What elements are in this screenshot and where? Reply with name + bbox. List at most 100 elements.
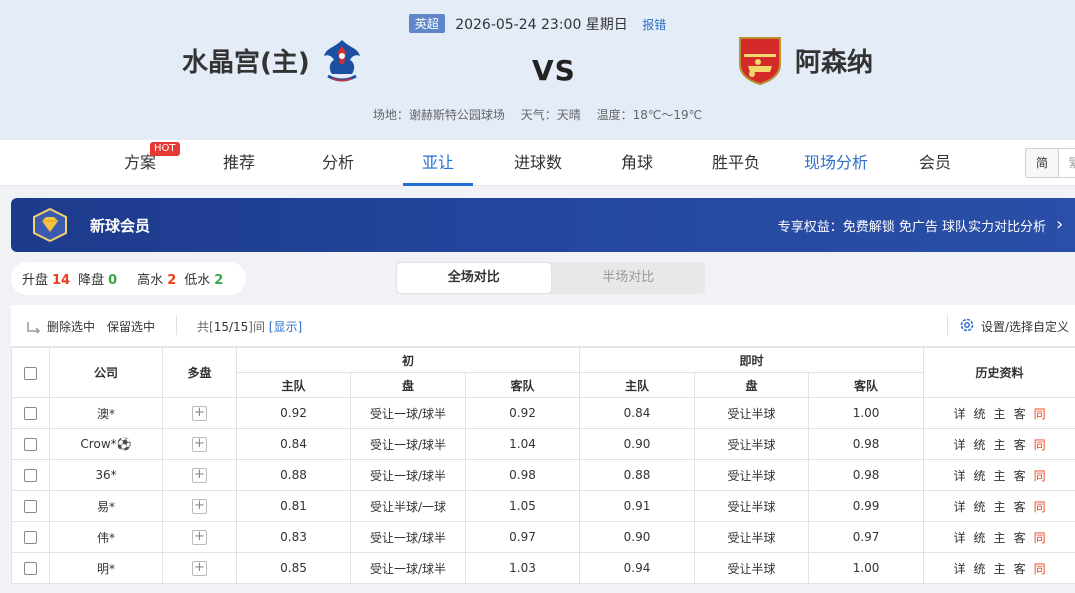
company-name[interactable]: 澳* xyxy=(49,397,163,429)
tab-half-match-compare[interactable]: 半场对比 xyxy=(552,262,706,294)
company-name[interactable]: 明* xyxy=(49,552,163,584)
tab-win-draw-lose[interactable]: 胜平负 xyxy=(698,140,774,186)
history-same-link[interactable]: 同 xyxy=(1034,407,1046,421)
history-detail-link[interactable]: 详 xyxy=(954,562,966,576)
table-row[interactable]: 易* +0.81 受让半球/一球 1.05 0.91 受让半球 0.99 详统主客同 xyxy=(11,490,1075,522)
expand-plus-icon[interactable]: + xyxy=(192,529,207,545)
history-detail-link[interactable]: 详 xyxy=(954,469,966,483)
initial-handicap-line: 受让一球/球半 xyxy=(350,552,466,584)
multi-line-cell: + xyxy=(162,428,237,460)
history-away-link[interactable]: 客 xyxy=(1014,407,1026,421)
gear-icon[interactable] xyxy=(959,317,975,333)
row-checkbox[interactable] xyxy=(24,438,37,451)
history-away-link[interactable]: 客 xyxy=(1014,562,1026,576)
crystal-palace-crest-icon[interactable] xyxy=(318,34,366,86)
row-checkbox[interactable] xyxy=(24,562,37,575)
initial-away-odds: 0.97 xyxy=(464,521,581,553)
chevron-right-icon[interactable]: › xyxy=(1056,214,1063,235)
header-initial-away: 客队 xyxy=(464,372,581,398)
live-away-odds: 0.97 xyxy=(808,521,925,553)
history-detail-link[interactable]: 详 xyxy=(954,531,966,545)
history-detail-link[interactable]: 详 xyxy=(954,407,966,421)
venue-text: 场地：谢赫斯特公园球场 xyxy=(372,108,505,122)
initial-away-odds: 1.04 xyxy=(464,428,581,460)
history-stats-link[interactable]: 统 xyxy=(974,469,986,483)
keep-selected-button[interactable]: 保留选中 xyxy=(107,318,155,335)
tab-corners[interactable]: 角球 xyxy=(605,140,669,186)
select-all-cell xyxy=(11,347,50,398)
history-same-link[interactable]: 同 xyxy=(1034,500,1046,514)
report-error-link[interactable]: 报错 xyxy=(642,18,666,32)
history-same-link[interactable]: 同 xyxy=(1034,562,1046,576)
history-home-link[interactable]: 主 xyxy=(994,531,1006,545)
history-away-link[interactable]: 客 xyxy=(1014,469,1026,483)
expand-plus-icon[interactable]: + xyxy=(192,405,207,421)
history-away-link[interactable]: 客 xyxy=(1014,438,1026,452)
table-row[interactable]: 36* +0.88 受让一球/球半 0.98 0.88 受让半球 0.98 详统主客同 xyxy=(11,459,1075,491)
history-same-link[interactable]: 同 xyxy=(1034,469,1046,483)
tab-asian-handicap[interactable]: 亚让 xyxy=(403,140,473,186)
table-row[interactable]: Crow*⚽ +0.84 受让一球/球半 1.04 0.90 受让半球 0.98 详统主客同 xyxy=(11,428,1075,460)
initial-handicap-line: 受让一球/球半 xyxy=(350,521,466,553)
history-home-link[interactable]: 主 xyxy=(994,469,1006,483)
row-checkbox[interactable] xyxy=(24,500,37,513)
arsenal-crest-icon[interactable] xyxy=(736,34,784,86)
expand-plus-icon[interactable]: + xyxy=(192,560,207,576)
history-same-link[interactable]: 同 xyxy=(1034,438,1046,452)
company-name[interactable]: 伟* xyxy=(49,521,163,553)
history-home-link[interactable]: 主 xyxy=(994,438,1006,452)
tab-recommend[interactable]: 推荐 xyxy=(207,140,271,186)
history-away-link[interactable]: 客 xyxy=(1014,531,1026,545)
history-home-link[interactable]: 主 xyxy=(994,407,1006,421)
history-detail-link[interactable]: 详 xyxy=(954,438,966,452)
history-detail-link[interactable]: 详 xyxy=(954,500,966,514)
history-stats-link[interactable]: 统 xyxy=(974,438,986,452)
delete-selected-button[interactable]: 删除选中 xyxy=(47,318,95,335)
expand-plus-icon[interactable]: + xyxy=(192,467,207,483)
away-team-name[interactable]: 阿森纳 xyxy=(795,42,873,79)
expand-plus-icon[interactable]: + xyxy=(192,498,207,514)
stat-up: 升盘 14 xyxy=(22,273,71,288)
live-home-odds: 0.84 xyxy=(579,397,696,429)
table-row[interactable]: 伟* +0.83 受让一球/球半 0.97 0.90 受让半球 0.97 详统主客同 xyxy=(11,521,1075,553)
multi-line-cell: + xyxy=(162,521,237,553)
history-stats-link[interactable]: 统 xyxy=(974,562,986,576)
vip-membership-banner[interactable]: 新球会员 专享权益：免费解锁 免广告 球队实力对比分析 › xyxy=(11,198,1075,252)
live-handicap-line: 受让半球 xyxy=(694,459,810,491)
tab-membership[interactable]: 会员 xyxy=(903,140,967,186)
header-initial-home: 主队 xyxy=(236,372,351,398)
table-row[interactable]: 澳* +0.92 受让一球/球半 0.92 0.84 受让半球 1.00 详统主客同 xyxy=(11,397,1075,429)
tab-live-analysis[interactable]: 现场分析 xyxy=(796,140,876,186)
company-name[interactable]: 36* xyxy=(49,459,163,491)
history-stats-link[interactable]: 统 xyxy=(974,500,986,514)
company-name[interactable]: 易* xyxy=(49,490,163,522)
header-live-home: 主队 xyxy=(579,372,696,398)
row-checkbox[interactable] xyxy=(24,531,37,544)
settings-custom-button[interactable]: 设置/选择自定义 xyxy=(981,318,1069,335)
history-links: 详统主客同 xyxy=(923,490,1075,522)
simplified-chinese-button[interactable]: 简 xyxy=(1026,149,1058,177)
show-link[interactable]: [显示] xyxy=(269,320,302,334)
history-same-link[interactable]: 同 xyxy=(1034,531,1046,545)
tab-analysis[interactable]: 分析 xyxy=(306,140,370,186)
home-team-name[interactable]: 水晶宫(主) xyxy=(182,42,310,79)
company-name[interactable]: Crow*⚽ xyxy=(49,428,163,460)
league-badge[interactable]: 英超 xyxy=(408,14,445,33)
history-home-link[interactable]: 主 xyxy=(994,562,1006,576)
history-home-link[interactable]: 主 xyxy=(994,500,1006,514)
history-stats-link[interactable]: 统 xyxy=(974,407,986,421)
row-checkbox[interactable] xyxy=(24,469,37,482)
row-select-cell xyxy=(11,552,50,584)
live-away-odds: 0.99 xyxy=(808,490,925,522)
expand-plus-icon[interactable]: + xyxy=(192,436,207,452)
initial-home-odds: 0.92 xyxy=(236,397,351,429)
history-away-link[interactable]: 客 xyxy=(1014,500,1026,514)
history-stats-link[interactable]: 统 xyxy=(974,531,986,545)
table-row[interactable]: 明* +0.85 受让一球/球半 1.03 0.94 受让半球 1.00 详统主客同 xyxy=(11,552,1075,584)
company-count: 共[15/15]间 [显示] xyxy=(197,320,303,334)
traditional-chinese-button[interactable]: 繁 xyxy=(1058,149,1075,177)
tab-total-goals[interactable]: 进球数 xyxy=(502,140,574,186)
select-all-checkbox[interactable] xyxy=(24,366,37,380)
row-checkbox[interactable] xyxy=(24,407,37,420)
tab-full-match-compare[interactable]: 全场对比 xyxy=(397,263,551,293)
